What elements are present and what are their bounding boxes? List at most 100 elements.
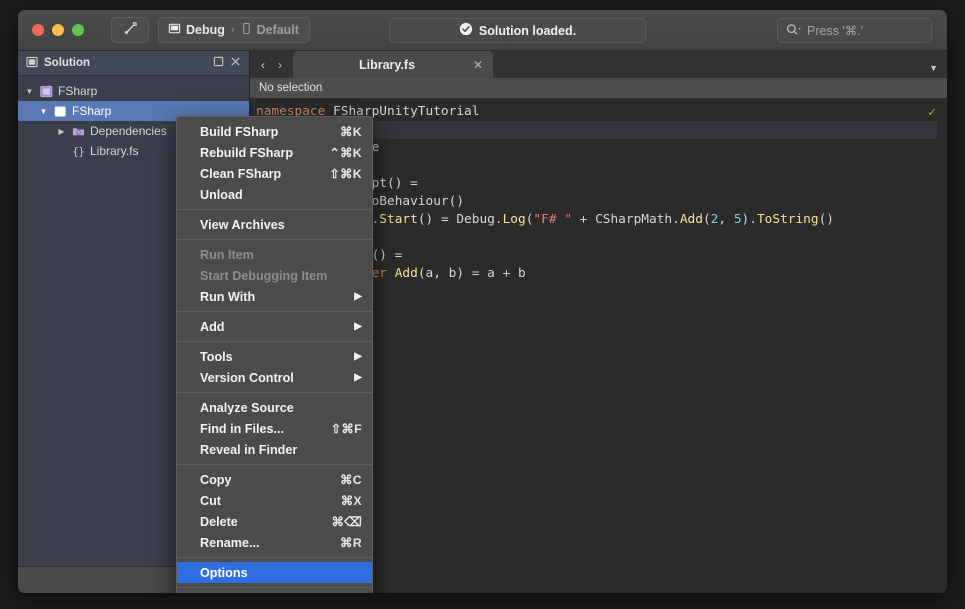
- menu-item-view-archives[interactable]: View Archives: [177, 214, 372, 235]
- twisty-icon[interactable]: ▼: [38, 107, 49, 116]
- folder-icon: [72, 125, 85, 138]
- menu-item-refresh[interactable]: Refresh: [177, 592, 372, 593]
- code-token: Log: [502, 212, 526, 227]
- menu-item-shortcut: ⇧⌘K: [329, 167, 362, 181]
- menu-item-shortcut: ⇧⌘F: [330, 422, 362, 436]
- menu-item-unload[interactable]: Unload: [177, 184, 372, 205]
- menu-item-copy[interactable]: Copy ⌘C: [177, 469, 372, 490]
- tree-item-solution-fsharp[interactable]: ▼ FSharp: [18, 81, 249, 101]
- twisty-icon[interactable]: ▼: [24, 87, 35, 96]
- menu-item-label: Add: [200, 319, 225, 334]
- menu-item-run-item: Run Item: [177, 244, 372, 265]
- tree-item-label: Dependencies: [90, 124, 167, 138]
- code-token: Add: [394, 266, 418, 281]
- window-body: Solution ▼ FSharp ▼ FSharp ▶ Dependencie…: [18, 51, 947, 593]
- window-titlebar: Debug › Default Solution loaded. Press '…: [18, 10, 947, 51]
- search-placeholder: Press '⌘.': [807, 24, 864, 38]
- hammer-icon: [123, 21, 138, 39]
- menu-item-label: Build FSharp: [200, 124, 279, 139]
- code-token: Start: [379, 212, 418, 227]
- editor-scrollbar[interactable]: [937, 99, 947, 593]
- code-token: ToString: [756, 212, 819, 227]
- submenu-arrow-icon: ▶: [354, 321, 362, 332]
- menu-item-label: Copy: [200, 472, 232, 487]
- close-window-button[interactable]: [32, 24, 44, 36]
- submenu-arrow-icon: ▶: [354, 291, 362, 302]
- device-label: Default: [256, 23, 299, 37]
- code-token: ).: [741, 212, 757, 227]
- chevron-left-icon[interactable]: ‹: [261, 58, 265, 72]
- solution-pad-header: Solution: [18, 51, 249, 76]
- menu-item-label: Run With: [200, 289, 256, 304]
- submenu-arrow-icon: ▶: [354, 372, 362, 383]
- menu-item-delete[interactable]: Delete ⌘⌫: [177, 511, 372, 532]
- menu-item-label: Rebuild FSharp: [200, 145, 294, 160]
- menu-item-analyze-source[interactable]: Analyze Source: [177, 397, 372, 418]
- menu-separator: [177, 392, 372, 393]
- editor-tab-library-fs[interactable]: Library.fs ✕: [293, 51, 493, 78]
- minimize-window-button[interactable]: [52, 24, 64, 36]
- menu-item-label: Options: [200, 565, 248, 580]
- svg-text:{}: {}: [72, 147, 84, 158]
- menu-item-reveal-in-finder[interactable]: Reveal in Finder: [177, 439, 372, 460]
- menu-item-find-in-files[interactable]: Find in Files... ⇧⌘F: [177, 418, 372, 439]
- close-icon[interactable]: [230, 56, 241, 70]
- check-circle-icon: [459, 22, 473, 39]
- menu-item-label: Unload: [200, 187, 243, 202]
- twisty-icon[interactable]: ▶: [56, 127, 67, 136]
- tree-item-label: Library.fs: [90, 144, 139, 158]
- run-configuration-selector[interactable]: Debug › Default: [158, 17, 310, 43]
- code-token: (: [702, 212, 711, 227]
- menu-item-build-fsharp[interactable]: Build FSharp ⌘K: [177, 121, 372, 142]
- chevron-right-icon[interactable]: ›: [278, 58, 282, 72]
- solution-pad-title: Solution: [44, 57, 90, 69]
- submenu-arrow-icon: ▶: [354, 351, 362, 362]
- code-token: Add: [679, 212, 703, 227]
- menu-item-version-control[interactable]: Version Control ▶: [177, 367, 372, 388]
- menu-item-options[interactable]: Options: [177, 562, 372, 583]
- tree-item-label: FSharp: [58, 84, 98, 98]
- context-menu[interactable]: Build FSharp ⌘K Rebuild FSharp ⌃⌘K Clean FSh…: [176, 116, 373, 593]
- ide-window: Debug › Default Solution loaded. Press '…: [18, 10, 947, 593]
- chevron-down-icon[interactable]: ▼: [929, 63, 938, 73]
- menu-item-label: Run Item: [200, 247, 254, 262]
- tree-item-label: FSharp: [72, 104, 112, 118]
- menu-separator: [177, 239, 372, 240]
- menu-item-shortcut: ⌘X: [340, 494, 362, 508]
- menu-separator: [177, 587, 372, 588]
- maximize-window-button[interactable]: [72, 24, 84, 36]
- menu-item-rename[interactable]: Rename... ⌘R: [177, 532, 372, 553]
- editor-tabbar: ‹ › Library.fs ✕ ▼: [250, 51, 947, 78]
- menu-item-label: Delete: [200, 514, 238, 529]
- breadcrumb[interactable]: No selection: [250, 78, 947, 99]
- build-button[interactable]: [111, 17, 149, 43]
- menu-item-label: Rename...: [200, 535, 260, 550]
- menu-item-tools[interactable]: Tools ▶: [177, 346, 372, 367]
- status-field[interactable]: Solution loaded.: [389, 18, 646, 43]
- menu-item-rebuild-fsharp[interactable]: Rebuild FSharp ⌃⌘K: [177, 142, 372, 163]
- menu-item-shortcut: ⌃⌘K: [329, 146, 362, 160]
- pin-icon[interactable]: [213, 56, 224, 70]
- menu-item-shortcut: ⌘⌫: [331, 515, 362, 529]
- menu-item-clean-fsharp[interactable]: Clean FSharp ⇧⌘K: [177, 163, 372, 184]
- menu-item-run-with[interactable]: Run With ▶: [177, 286, 372, 307]
- search-input[interactable]: Press '⌘.': [777, 18, 932, 43]
- menu-item-label: Start Debugging Item: [200, 268, 328, 283]
- code-token: + CSharpMath.: [571, 212, 680, 227]
- menu-item-label: Version Control: [200, 370, 294, 385]
- menu-item-label: Clean FSharp: [200, 166, 282, 181]
- solution-icon: [26, 56, 38, 71]
- menu-item-shortcut: ⌘R: [340, 536, 362, 550]
- menu-item-add[interactable]: Add ▶: [177, 316, 372, 337]
- tab-label: Library.fs: [359, 57, 416, 72]
- menu-item-shortcut: ⌘K: [340, 125, 362, 139]
- close-icon[interactable]: ✕: [473, 58, 483, 72]
- menu-item-cut[interactable]: Cut ⌘X: [177, 490, 372, 511]
- code-token: 5: [733, 212, 742, 227]
- code-token: (a, b) = a + b: [417, 266, 526, 281]
- code-token: ,: [718, 212, 734, 227]
- menu-separator: [177, 311, 372, 312]
- window-controls: [32, 24, 84, 36]
- screen: Debug › Default Solution loaded. Press '…: [0, 0, 965, 609]
- configuration-label: Debug: [186, 23, 225, 37]
